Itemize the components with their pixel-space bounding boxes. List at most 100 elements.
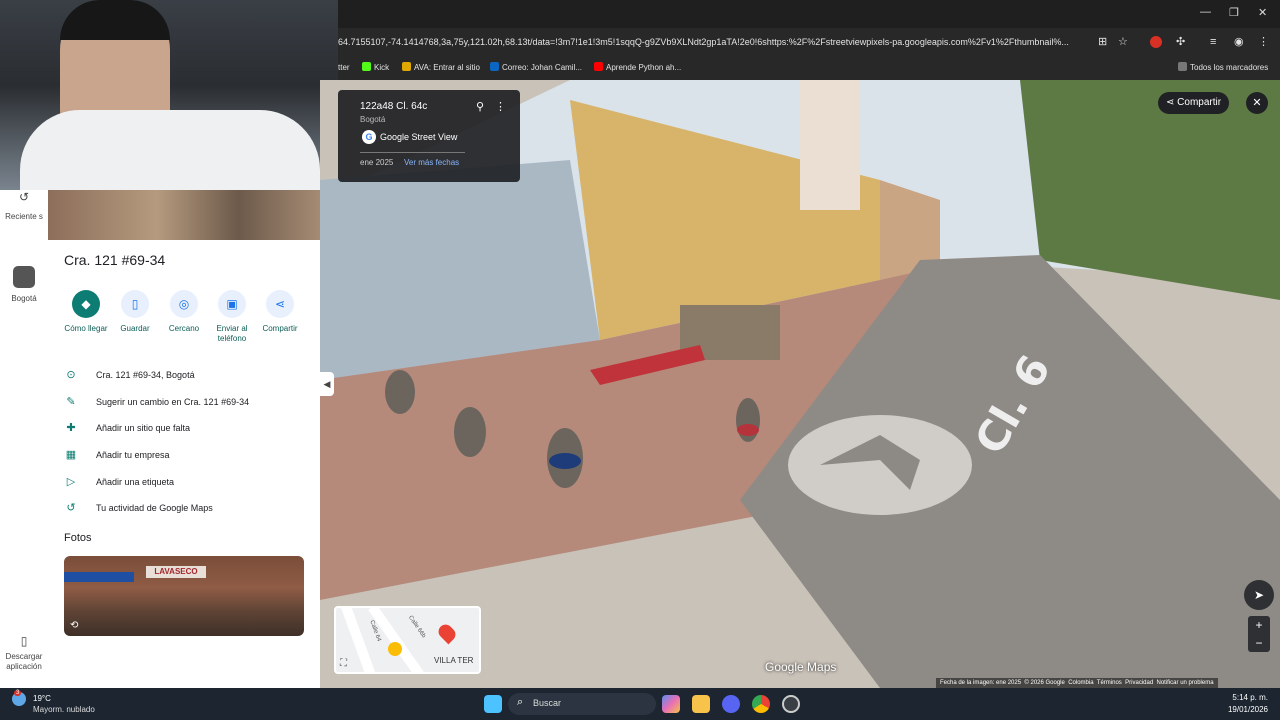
weather-temp: 19°C	[33, 694, 51, 703]
share-button[interactable]: ⋖ Compartir	[253, 290, 307, 334]
bookmark-twitter[interactable]: tter	[338, 61, 350, 75]
location-pin-icon: ⊙	[66, 369, 76, 381]
send-to-phone-button[interactable]: ▣ Enviar al teléfono	[205, 290, 259, 344]
chrome-icon[interactable]	[752, 695, 770, 713]
bookmark-python[interactable]: Aprende Python ah...	[594, 61, 681, 75]
profile-icon[interactable]: ◉	[1234, 28, 1244, 56]
location-pin-icon[interactable]: ⚲	[476, 100, 484, 113]
navigation-ring	[788, 415, 972, 515]
map-pin-icon	[435, 621, 459, 645]
place-header-photo[interactable]	[48, 190, 320, 240]
share-street-button[interactable]: ⋖ Compartir	[1158, 92, 1230, 114]
app-icon[interactable]	[782, 695, 800, 713]
more-dates-link[interactable]: Ver más fechas	[404, 158, 459, 167]
360-icon: ⟲	[70, 620, 79, 631]
person-hair	[60, 0, 170, 40]
zoom-in-button[interactable]: +	[1248, 616, 1270, 634]
store-icon: ▦	[65, 449, 77, 461]
place-panel: Cra. 121 #69-34 ◆ Cómo llegar ▯ Guardar …	[48, 190, 320, 688]
windows-start-icon[interactable]	[484, 695, 502, 713]
nearby-icon: ◎	[170, 290, 198, 318]
nearby-button[interactable]: ◎ Cercano	[157, 290, 211, 334]
photo-thumbnail[interactable]: LAVASECO ⟲	[64, 556, 304, 636]
minimize-icon[interactable]: —	[1200, 6, 1211, 18]
bollard	[385, 370, 415, 414]
minimap-area-label: VILLA TER	[434, 656, 474, 665]
share-icon: ⋖	[266, 290, 294, 318]
kick-icon	[362, 62, 371, 71]
clock-time[interactable]: 5:14 p. m.	[1226, 693, 1268, 702]
bookmark-kick[interactable]: Kick	[362, 61, 389, 75]
save-button[interactable]: ▯ Guardar	[108, 290, 162, 334]
install-icon[interactable]: ⊞	[1098, 28, 1107, 56]
download-app-button[interactable]: ▯ Descargar aplicación	[0, 634, 48, 672]
sv-address: 122a48 Cl. 64c	[360, 101, 428, 112]
share-icon: ⋖	[1166, 97, 1178, 108]
google-maps-watermark: Google Maps	[765, 660, 837, 674]
google-logo-icon: G	[362, 130, 376, 144]
phone-icon: ▯	[20, 634, 28, 648]
copilot-icon[interactable]	[662, 695, 680, 713]
add-label-row[interactable]: ▷ Añadir una etiqueta	[64, 475, 314, 489]
url-text: 64.7155107,-74.1414768,3a,75y,121.02h,68…	[338, 37, 1069, 47]
clock-date[interactable]: 19/01/2026	[1226, 705, 1268, 714]
bookmark-ava[interactable]: AVA: Entrar al sitio	[402, 61, 480, 75]
at-icon	[402, 62, 411, 71]
sv-brand: Google Street View	[380, 132, 458, 142]
bookmarks-bar: tter Kick AVA: Entrar al sitio Correo: J…	[338, 56, 1280, 80]
bogota-button[interactable]: Bogotá	[0, 266, 48, 303]
pegman-icon	[388, 642, 402, 656]
search-icon: ⌕	[517, 696, 524, 708]
address-row[interactable]: ⊙ Cra. 121 #69-34, Bogotá	[64, 368, 314, 382]
bollard	[454, 407, 486, 457]
recent-button[interactable]: ↺ Reciente s	[0, 190, 48, 222]
bookmark-icon: ▯	[121, 290, 149, 318]
lavaseco-sign: LAVASECO	[146, 566, 206, 578]
star-icon[interactable]: ☆	[1118, 28, 1128, 56]
taskbar-search[interactable]: ⌕ Buscar	[508, 693, 656, 715]
weather-desc: Mayorm. nublado	[33, 705, 95, 714]
media-icon[interactable]: ≡	[1210, 28, 1216, 56]
close-icon[interactable]: ✕	[1246, 92, 1268, 114]
add-business-row[interactable]: ▦ Añadir tu empresa	[64, 448, 314, 462]
phone-send-icon: ▣	[218, 290, 246, 318]
address-bar[interactable]: 64.7155107,-74.1414768,3a,75y,121.02h,68…	[338, 28, 1280, 56]
zoom-out-button[interactable]: −	[1248, 634, 1270, 652]
sv-city: Bogotá	[360, 115, 386, 124]
collapse-panel-icon[interactable]: ◀	[320, 372, 334, 396]
extension-icon[interactable]	[1150, 36, 1162, 48]
webcam-overlay	[0, 0, 338, 190]
street-view-info-card: 122a48 Cl. 64c Bogotá ⚲ ⋮ G Google Stree…	[338, 90, 520, 182]
label-icon: ▷	[66, 476, 76, 488]
youtube-icon	[594, 62, 603, 71]
more-options-icon[interactable]: ⋮	[495, 100, 506, 113]
all-bookmarks[interactable]: Todos los marcadores	[1178, 61, 1268, 75]
sv-date: ene 2025	[360, 158, 394, 167]
compass-icon[interactable]: ➤	[1244, 580, 1274, 610]
street-footer: Fecha de la imagen: ene 2025 © 2026 Goog…	[936, 678, 1218, 688]
suggest-edit-row[interactable]: ✎ Sugerir un cambio en Cra. 121 #69-34	[64, 395, 314, 409]
history-icon: ↺	[66, 502, 76, 514]
file-explorer-icon[interactable]	[692, 695, 710, 713]
maps-left-rail: ↺ Reciente s Bogotá ▯ Descargar aplicaci…	[0, 190, 48, 688]
add-missing-place-row[interactable]: ✚ Añadir un sitio que falta	[64, 421, 314, 435]
pencil-icon: ✎	[66, 396, 76, 408]
bogota-thumbnail	[13, 266, 35, 288]
mail-icon	[490, 62, 499, 71]
puzzle-icon[interactable]: ✣	[1176, 28, 1185, 56]
minimap[interactable]: Calle 64 Calle 66b VILLA TER ⛶	[334, 606, 481, 674]
history-icon: ↺	[18, 190, 30, 204]
place-title: Cra. 121 #69-34	[64, 252, 166, 268]
church-tower	[800, 80, 860, 210]
discord-icon[interactable]	[722, 695, 740, 713]
menu-icon[interactable]: ⋮	[1258, 28, 1269, 56]
zoom-controls: + −	[1248, 616, 1270, 652]
directions-button[interactable]: ◆ Cómo llegar	[59, 290, 113, 334]
restore-icon[interactable]: ❐	[1229, 6, 1239, 19]
maps-activity-row[interactable]: ↺ Tu actividad de Google Maps	[64, 501, 314, 515]
bookmark-correo[interactable]: Correo: Johan Camil...	[490, 61, 582, 75]
add-place-icon: ✚	[66, 422, 76, 434]
expand-icon[interactable]: ⛶	[340, 658, 347, 669]
bollard-cap	[737, 424, 759, 436]
close-window-icon[interactable]: ✕	[1258, 6, 1267, 19]
